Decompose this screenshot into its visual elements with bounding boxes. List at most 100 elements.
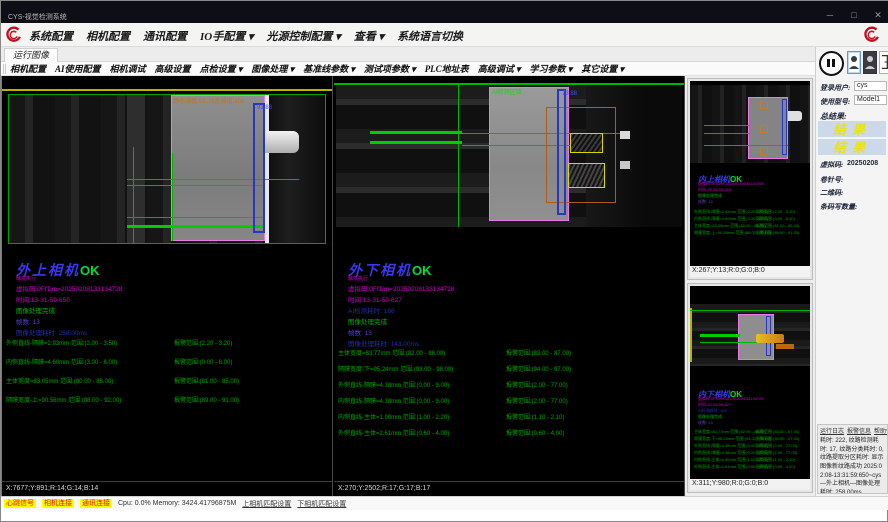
green-hline3 xyxy=(127,217,265,218)
camera-view-middle: AI检测区域 73.88 外下相机OK 触发执行 虚拟码:0Ff1im=2025… xyxy=(334,76,685,496)
mini2-frame: 帧数: 13 xyxy=(698,420,713,426)
tool-advanced-settings[interactable]: 高级设置 xyxy=(155,62,191,75)
mini1-mark2 xyxy=(760,125,768,133)
menu-system-config[interactable]: 系统配置 xyxy=(29,28,73,44)
menu-light-config[interactable]: 光源控制配置 ▾ xyxy=(267,28,341,44)
cpu-memory-text: Cpu: 0.0% Memory: 3424.41796875M xyxy=(118,500,236,507)
tool-plc-address[interactable]: PLC地址表 xyxy=(425,62,469,75)
middle-image-canvas[interactable]: AI检测区域 73.88 xyxy=(334,80,684,230)
upper-camera-link[interactable]: 上相机匹配设置 xyxy=(242,499,291,509)
maximize-button[interactable]: □ xyxy=(847,9,861,21)
mini-result-row: 内侧直线-隔膜=4.38mm 范围:(0.00 - 9.00)报警范围:(2.0… xyxy=(694,450,768,456)
log-tabs: 运行日志 报警信息 帮助信息 xyxy=(818,425,887,436)
tool-baseline-params[interactable]: 基准线参数 ▾ xyxy=(303,62,355,75)
status-bar: 心跳信号 相机连接 通讯连接 Cpu: 0.0% Memory: 3424.41… xyxy=(1,496,888,510)
tool-advanced-debug[interactable]: 高级调试 ▾ xyxy=(478,62,521,75)
result-row: 隔膜宽度-上=90.56mm 范围:(88.00 - 92.00)报警范围:(8… xyxy=(6,395,332,404)
connector-part xyxy=(265,131,299,153)
main-area: 静态阈值:93, 动态阈值:100 93.88 外上相机OK 触发执行 虚拟码:… xyxy=(1,76,815,496)
login-user-input[interactable]: cys xyxy=(854,81,887,91)
bright-mark2 xyxy=(620,161,630,169)
result-row: 外侧直线-主体=2.61mm 范围:(0.60 - 4.00)报警范围:(0.6… xyxy=(338,428,678,437)
minimize-button[interactable]: ─ xyxy=(823,9,837,21)
log-tab-help[interactable]: 帮助信息 xyxy=(874,426,888,435)
tab-run-image[interactable]: 运行图像 xyxy=(4,48,58,62)
left-image-canvas[interactable]: 静态阈值:93, 动态阈值:100 93.88 xyxy=(2,86,332,248)
green-vline xyxy=(133,147,134,243)
result-row: 隔膜宽度-下=95.24mm 范围:(93.00 - 98.00)报警范围:(9… xyxy=(338,364,678,373)
virtual-code-value: 20250208 xyxy=(847,160,878,167)
tool-test-params[interactable]: 测试项参数 ▾ xyxy=(364,62,416,75)
menu-view[interactable]: 查看 ▾ xyxy=(354,28,384,44)
green-hbar1 xyxy=(370,131,462,134)
tool-camera-debug[interactable]: 相机调试 xyxy=(110,62,146,75)
tab-row: 运行图像 xyxy=(1,47,815,62)
threshold-label: 静态阈值:93, 动态阈值:100 xyxy=(173,96,244,105)
middle-ai-time: AI检测耗时: 166 xyxy=(348,305,395,315)
pause-button[interactable] xyxy=(819,51,844,76)
batch-write-label: 条码写数量: xyxy=(820,202,857,212)
mini2-hline-top xyxy=(690,310,810,311)
log-tab-alarm[interactable]: 报警信息 xyxy=(847,426,871,435)
log-tab-run[interactable]: 运行日志 xyxy=(820,426,844,435)
green-hline2 xyxy=(127,185,265,186)
mini1-frame: 帧数: 13 xyxy=(698,199,713,205)
user-login-button[interactable] xyxy=(847,51,861,74)
menu-comm-config[interactable]: 通讯配置 xyxy=(143,28,187,44)
tool-ai-usage-config[interactable]: AI使用配置 xyxy=(55,62,101,75)
mini1-mark1 xyxy=(760,101,768,109)
mini-result-row: 主体宽度=83.77mm 范围:(82.00 - 88.00)报警范围:(83.… xyxy=(694,429,765,435)
tool-spot-check[interactable]: 点检设置 ▾ xyxy=(200,62,243,75)
tool-other-settings[interactable]: 其它设置 ▾ xyxy=(581,62,624,75)
lower-camera-link[interactable]: 下相机匹配设置 xyxy=(297,499,346,509)
yellow-defect-rect2 xyxy=(568,163,605,188)
mini2-yellow-vline xyxy=(690,308,692,362)
result-row: 主体宽度=83.77mm 范围:(82.00 - 88.00)报警范围:(83.… xyxy=(338,348,678,357)
log-text: 耗时: 222, 纹路检测耗时: 17, 纹路分类耗时: 0, 纹路提取分区耗时… xyxy=(818,436,887,494)
mini1-hline1 xyxy=(704,125,750,126)
left-coord-bar: X:7677;Y:891;R:14;G:14;B:14 xyxy=(2,481,332,494)
mini2-defect-blob2 xyxy=(776,344,794,349)
close-button[interactable]: ✕ xyxy=(871,9,885,21)
yellow-reference-line xyxy=(2,89,332,91)
green-hbar2 xyxy=(370,141,462,144)
window-title: CYS-视觉检测系统 xyxy=(8,12,67,22)
right-dark-zone xyxy=(265,95,325,243)
user-manage-button[interactable] xyxy=(863,51,877,74)
middle-coord-bar: X:270;Y:2502;R:17;G:17;B:17 xyxy=(334,481,684,494)
right-control-panel: 登录用户: cys 使用型号: Model1 总结果: 结果 结果 虚拟码: 2… xyxy=(815,47,888,496)
middle-elapsed: 图像处理耗时: 143.00ms xyxy=(348,338,419,348)
mini-result-row: 隔膜宽度-上=90.56mm 范围:(88.00 - 92.00)报警范围:(8… xyxy=(694,230,771,236)
exit-button[interactable] xyxy=(879,51,888,74)
mini2-hbar1 xyxy=(700,334,740,337)
result-row: 内侧直线-主体=1.90mm 范围:(1.00 - 2.20)报警范围:(1.1… xyxy=(338,412,678,421)
user-icon xyxy=(848,52,860,72)
mini-result-row: 内侧直线-主体=1.90mm 范围:(1.00 - 2.20)报警范围:(1.1… xyxy=(694,457,768,463)
camera-view-left: 静态阈值:93, 动态阈值:100 93.88 外上相机OK 触发执行 虚拟码:… xyxy=(1,76,333,496)
model-input[interactable]: Model1 xyxy=(854,95,887,105)
menu-bar: 系统配置 相机配置 通讯配置 IO手配置 ▾ 光源控制配置 ▾ 查看 ▾ 系统语… xyxy=(1,23,888,47)
menu-camera-config[interactable]: 相机配置 xyxy=(86,28,130,44)
menu-io-config[interactable]: IO手配置 ▾ xyxy=(200,28,254,44)
menu-language-switch[interactable]: 系统语言切换 xyxy=(397,28,463,44)
mini-view-top[interactable]: 内上相机OK 虚拟码:0Ff1im=20250208133134728 时间:1… xyxy=(687,78,813,280)
pause-icon xyxy=(832,59,835,67)
tool-image-process[interactable]: 图像处理 ▾ xyxy=(251,62,294,75)
mini-result-row: 外侧直线-隔膜=4.38mm 范围:(0.00 - 9.00)报警范围:(2.0… xyxy=(694,443,768,449)
mini1-blue-rect xyxy=(782,99,787,155)
left-results: 外侧直线-隔膜=2.93mm 范围:(2.00 - 3.50)报警范围:(2.2… xyxy=(6,338,332,418)
green-hline4 xyxy=(127,225,265,228)
tool-camera-config[interactable]: 相机配置 xyxy=(10,62,46,75)
app-logo-icon-right xyxy=(863,26,881,44)
middle-time: 时间:13-31-59-627 xyxy=(348,294,402,304)
toolbar-grip xyxy=(3,64,6,74)
tool-learn-params[interactable]: 学习参数 ▾ xyxy=(529,62,572,75)
result-box-2: 结果 xyxy=(818,139,886,155)
mini-view-bottom[interactable]: 内下相机OK 虚拟码:0Ff1im=20250208133134728 时间:1… xyxy=(687,283,813,493)
result-row: 主体宽度=83.05mm 范围:(80.00 - 86.00)报警范围:(81.… xyxy=(6,376,332,385)
exit-door-icon xyxy=(880,52,888,72)
left-image: 静态阈值:93, 动态阈值:100 93.88 xyxy=(8,94,326,244)
result-row: 内侧直线-隔膜=4.60mm 范围:(3.00 - 6.00)报警范围:(0.0… xyxy=(6,357,332,366)
blue-measure-value: 93.88 xyxy=(257,105,272,111)
middle-frame-count: 帧数: 13 xyxy=(348,327,372,337)
